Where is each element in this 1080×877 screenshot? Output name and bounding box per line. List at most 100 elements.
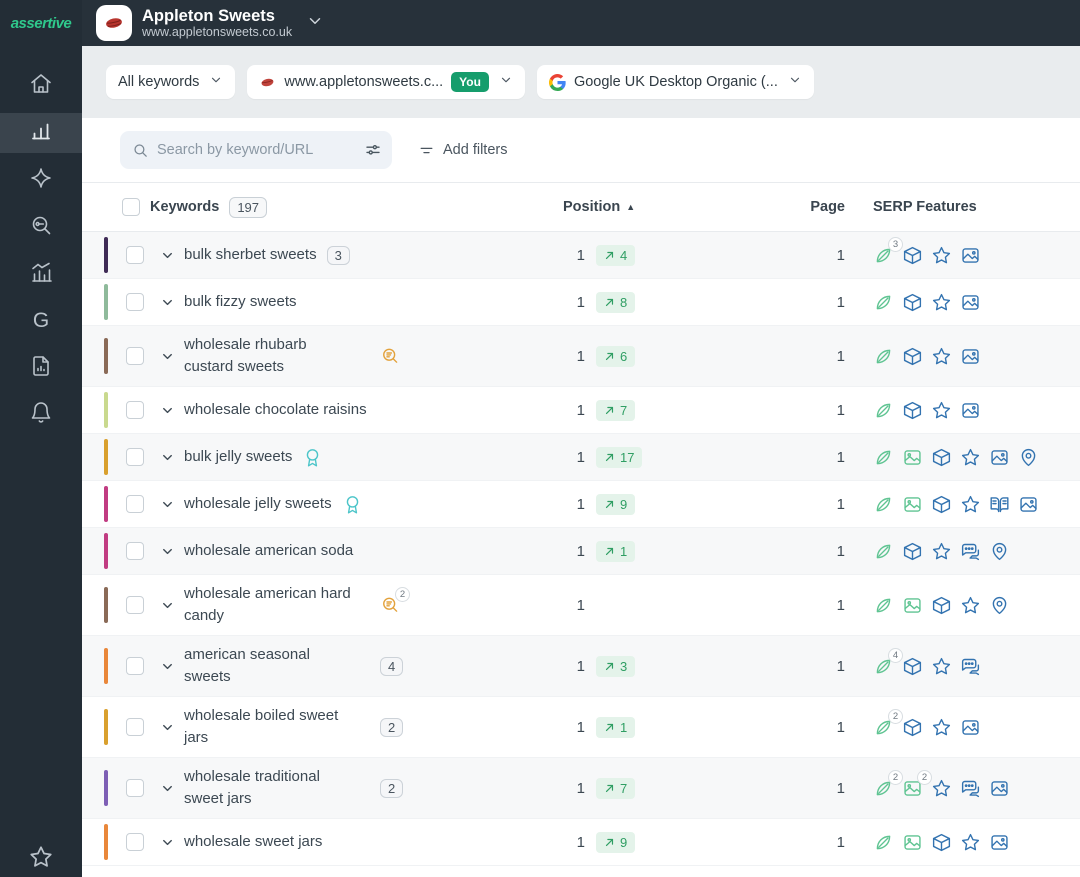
row-checkbox[interactable] xyxy=(126,833,144,851)
keyword-text[interactable]: wholesale sweet jars xyxy=(184,831,322,854)
table-row: wholesale sweet jars191 xyxy=(82,819,1080,866)
assertive-logo: assertive xyxy=(0,0,82,46)
table-row: bulk sherbet sweets31413 xyxy=(82,232,1080,279)
site-switcher[interactable]: Appleton Sweets www.appletonsweets.co.uk xyxy=(142,7,292,40)
expand-chevron-icon[interactable] xyxy=(160,659,175,674)
expand-chevron-icon[interactable] xyxy=(160,544,175,559)
search-icon xyxy=(132,142,149,159)
people-also-ask-icon xyxy=(960,541,981,562)
add-filters-label: Add filters xyxy=(443,142,507,158)
keyword-text[interactable]: wholesale american hard candy xyxy=(184,583,351,628)
expand-chevron-icon[interactable] xyxy=(160,720,175,735)
image-pack-green-icon xyxy=(902,832,923,853)
sidebar-item-analytics[interactable] xyxy=(0,254,82,294)
position-change-value: 6 xyxy=(620,349,627,364)
sidebar-item-opportunities[interactable] xyxy=(0,160,82,200)
select-all-checkbox[interactable] xyxy=(122,198,140,216)
keyword-text[interactable]: wholesale american soda xyxy=(184,540,353,563)
row-checkbox[interactable] xyxy=(126,246,144,264)
keyword-text[interactable]: american seasonal sweets xyxy=(184,644,310,689)
expand-chevron-icon[interactable] xyxy=(160,781,175,796)
sidebar-item-notifications[interactable] xyxy=(0,395,82,435)
expand-chevron-icon[interactable] xyxy=(160,835,175,850)
expand-chevron-icon[interactable] xyxy=(160,248,175,263)
chevron-down-icon xyxy=(209,73,223,91)
row-checkbox[interactable] xyxy=(126,779,144,797)
position-change-value: 17 xyxy=(620,450,634,465)
table-row: wholesale american hard candy211 xyxy=(82,575,1080,636)
position-change-value: 4 xyxy=(620,248,627,263)
candy-logo-icon xyxy=(102,11,126,35)
image-pack-icon xyxy=(989,832,1010,853)
page-value: 1 xyxy=(770,449,845,466)
position-value: 1 xyxy=(555,543,585,560)
sidebar-item-google[interactable]: G xyxy=(0,301,82,341)
expand-chevron-icon[interactable] xyxy=(160,497,175,512)
serp-features: 4 xyxy=(845,656,1080,677)
expand-chevron-icon[interactable] xyxy=(160,295,175,310)
arrow-up-right-icon xyxy=(604,452,615,463)
keyword-text[interactable]: wholesale chocolate raisins xyxy=(184,399,367,422)
expand-chevron-icon[interactable] xyxy=(160,598,175,613)
keyword-text[interactable]: wholesale rhubarb custard sweets xyxy=(184,334,307,379)
keyword-color-bar xyxy=(104,284,108,320)
keyword-text[interactable]: bulk jelly sweets xyxy=(184,446,292,469)
candy-favicon-icon xyxy=(259,74,276,91)
expand-chevron-icon[interactable] xyxy=(160,349,175,364)
organic-leaf-icon: 2 xyxy=(873,778,894,799)
sliders-settings-icon[interactable] xyxy=(364,141,382,159)
keyword-count-badge: 3 xyxy=(327,246,350,265)
row-checkbox[interactable] xyxy=(126,448,144,466)
site-dropdown[interactable]: www.appletonsweets.c... You xyxy=(247,65,525,99)
sidebar-item-rankings[interactable] xyxy=(0,113,82,153)
expand-chevron-icon[interactable] xyxy=(160,403,175,418)
row-checkbox[interactable] xyxy=(126,542,144,560)
position-column-header[interactable]: Position ▲ xyxy=(555,199,715,215)
position-change-badge: 1 xyxy=(596,717,635,738)
star-favorites-icon[interactable] xyxy=(28,844,54,875)
review-star-icon xyxy=(931,778,952,799)
serp-features xyxy=(845,832,1080,853)
site-favicon xyxy=(96,5,132,41)
page-column-header[interactable]: Page xyxy=(770,199,845,215)
product-cube-icon xyxy=(902,717,923,738)
sidebar-item-keyword-research[interactable] xyxy=(0,207,82,247)
review-star-icon xyxy=(931,245,952,266)
page-value: 1 xyxy=(770,496,845,513)
row-checkbox[interactable] xyxy=(126,596,144,614)
add-filters-button[interactable]: Add filters xyxy=(418,142,507,159)
keyword-text[interactable]: bulk sherbet sweets xyxy=(184,244,317,267)
row-checkbox[interactable] xyxy=(126,718,144,736)
keywords-scope-dropdown[interactable]: All keywords xyxy=(106,65,235,99)
keyword-text[interactable]: wholesale jelly sweets xyxy=(184,493,332,516)
sidebar-item-home[interactable] xyxy=(0,66,82,106)
position-change-badge: 6 xyxy=(596,346,635,367)
serp-features-column-header[interactable]: SERP Features xyxy=(845,199,1080,215)
table-row: wholesale american soda111 xyxy=(82,528,1080,575)
row-checkbox[interactable] xyxy=(126,293,144,311)
search-input[interactable] xyxy=(157,142,356,158)
row-checkbox[interactable] xyxy=(126,657,144,675)
organic-leaf-icon xyxy=(873,346,894,367)
keyword-text[interactable]: bulk fizzy sweets xyxy=(184,291,297,314)
search-engine-dropdown[interactable]: Google UK Desktop Organic (... xyxy=(537,65,814,99)
row-checkbox[interactable] xyxy=(126,347,144,365)
sidebar-item-reports[interactable] xyxy=(0,348,82,388)
row-checkbox[interactable] xyxy=(126,495,144,513)
trend-chart-icon xyxy=(29,260,53,289)
expand-chevron-icon[interactable] xyxy=(160,450,175,465)
search-input-wrapper xyxy=(120,131,392,169)
chevron-down-icon[interactable] xyxy=(306,12,324,35)
position-change-badge: 7 xyxy=(596,778,635,799)
serp-features: 2 xyxy=(845,717,1080,738)
organic-leaf-icon xyxy=(873,494,894,515)
keyword-text[interactable]: wholesale boiled sweet jars xyxy=(184,705,338,750)
keyword-text[interactable]: wholesale traditional sweet jars xyxy=(184,766,320,811)
keywords-column-header[interactable]: Keywords xyxy=(150,199,219,215)
product-cube-icon xyxy=(902,541,923,562)
page-value: 1 xyxy=(770,348,845,365)
organic-leaf-icon xyxy=(873,400,894,421)
image-pack-icon xyxy=(989,447,1010,468)
keyword-count-badge-value: 4 xyxy=(380,657,403,676)
row-checkbox[interactable] xyxy=(126,401,144,419)
